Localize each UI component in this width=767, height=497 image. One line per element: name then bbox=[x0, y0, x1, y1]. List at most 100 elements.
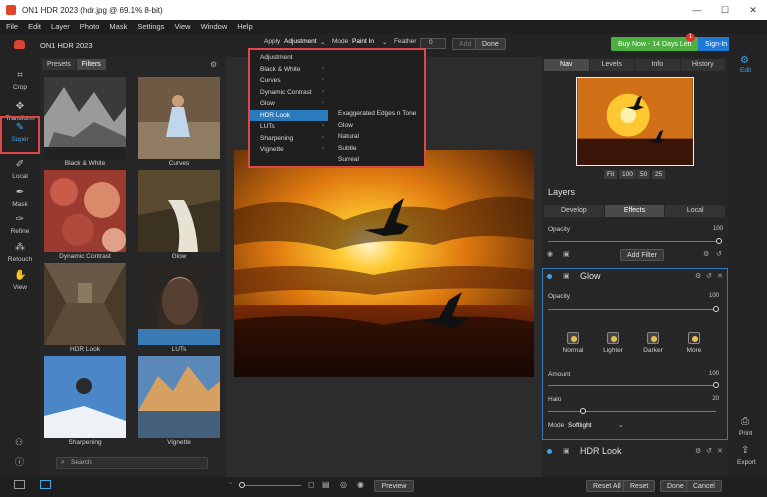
tab-info[interactable]: Info bbox=[635, 59, 680, 71]
zoom-25-button[interactable]: 25 bbox=[652, 170, 666, 179]
dropdown-item[interactable]: HDR Look › bbox=[250, 109, 328, 121]
tab-levels[interactable]: Levels bbox=[589, 59, 634, 71]
amount-slider[interactable] bbox=[548, 385, 716, 386]
blend-mode-select[interactable]: Softlight bbox=[568, 422, 592, 429]
submenu-item[interactable]: Natural bbox=[330, 131, 424, 143]
submenu-item[interactable]: Exaggerated Edges n Tone bbox=[330, 108, 424, 120]
browser-options-icon[interactable]: ⚙ bbox=[210, 60, 217, 69]
compare-icon[interactable]: ◻ bbox=[308, 480, 315, 489]
zoom-100-button[interactable]: 100 bbox=[619, 170, 636, 179]
thumb-curves[interactable] bbox=[138, 77, 220, 159]
menu-help[interactable]: Help bbox=[237, 22, 252, 31]
reset-button[interactable]: Reset bbox=[623, 480, 656, 492]
menu-edit[interactable]: Edit bbox=[28, 22, 41, 31]
mask-thumb-icon[interactable]: ▣ bbox=[563, 272, 570, 280]
thumb-luts[interactable] bbox=[138, 263, 220, 345]
menu-photo[interactable]: Photo bbox=[80, 22, 100, 31]
layer-opacity-slider[interactable] bbox=[548, 241, 720, 242]
preview-button[interactable]: Preview bbox=[374, 480, 414, 492]
zoom-50-button[interactable]: 50 bbox=[637, 170, 651, 179]
edit-icon[interactable]: ⚙ bbox=[740, 55, 749, 66]
thumb-dynamic-contrast[interactable] bbox=[44, 170, 126, 252]
edit-label[interactable]: Edit bbox=[740, 67, 751, 74]
tab-develop[interactable]: Develop bbox=[544, 205, 604, 217]
zoom-slider[interactable] bbox=[241, 485, 301, 486]
panel-toggle-icon[interactable] bbox=[14, 480, 25, 489]
preset-more[interactable]: More bbox=[679, 332, 709, 354]
print-label[interactable]: Print bbox=[739, 430, 752, 437]
glow-title[interactable]: Glow bbox=[580, 271, 601, 281]
done-top-button[interactable]: Done bbox=[475, 38, 506, 50]
tab-filters[interactable]: Filters bbox=[76, 59, 106, 70]
reset-icon[interactable]: ↺ bbox=[706, 272, 712, 280]
tab-history[interactable]: History bbox=[680, 59, 725, 71]
dropdown-item[interactable]: Curves › bbox=[250, 75, 328, 87]
navigator-preview[interactable] bbox=[576, 77, 694, 166]
zoom-fit-button[interactable]: Fit bbox=[604, 170, 618, 179]
settings-icon[interactable]: ⚙ bbox=[695, 272, 701, 280]
amount-value[interactable]: 100 bbox=[705, 371, 719, 377]
close-button[interactable]: ✕ bbox=[739, 0, 767, 20]
thumb-vignette[interactable] bbox=[138, 356, 220, 438]
reset-icon[interactable]: ↺ bbox=[706, 447, 712, 455]
zoom-knob[interactable] bbox=[239, 482, 245, 488]
preset-darker[interactable]: Darker bbox=[638, 332, 668, 354]
dropdown-item[interactable]: Sharpening › bbox=[250, 133, 328, 145]
close-icon[interactable]: ✕ bbox=[717, 447, 723, 455]
minimize-button[interactable]: — bbox=[683, 0, 711, 20]
zoom-out-icon[interactable]: ▫ bbox=[229, 480, 231, 487]
tool-super[interactable]: ✎ Super bbox=[0, 116, 40, 154]
thumb-sharpening[interactable] bbox=[44, 356, 126, 438]
glow-opacity-slider[interactable] bbox=[548, 309, 716, 310]
dropdown-item[interactable]: Black & White › bbox=[250, 64, 328, 76]
tool-crop[interactable]: ⌗ Crop bbox=[2, 66, 38, 100]
help-icon[interactable]: ⓘ bbox=[15, 455, 24, 468]
dropdown-item[interactable]: Dynamic Contrast › bbox=[250, 87, 328, 99]
tab-presets[interactable]: Presets bbox=[42, 59, 76, 70]
dropdown-item[interactable]: Glow › bbox=[250, 98, 328, 110]
dropdown-item[interactable]: LUTs › bbox=[250, 121, 328, 133]
maximize-button[interactable]: ☐ bbox=[711, 0, 739, 20]
filter-enabled-indicator[interactable] bbox=[547, 274, 552, 279]
dropdown-item[interactable]: Vignette › bbox=[250, 144, 328, 156]
glow-opacity-knob[interactable] bbox=[713, 306, 719, 312]
view-toggle-icon[interactable] bbox=[40, 480, 51, 489]
export-label[interactable]: Export bbox=[737, 459, 756, 466]
mask-thumb-icon[interactable]: ▣ bbox=[563, 447, 570, 455]
print-icon[interactable]: ⎙ bbox=[741, 416, 749, 427]
reset-icon[interactable]: ↺ bbox=[716, 250, 722, 258]
submenu-item[interactable]: Glow bbox=[330, 120, 424, 132]
menu-settings[interactable]: Settings bbox=[137, 22, 164, 31]
thumb-glow[interactable] bbox=[138, 170, 220, 252]
halo-knob[interactable] bbox=[580, 408, 586, 414]
menu-file[interactable]: File bbox=[6, 22, 18, 31]
image-icon[interactable]: ▣ bbox=[563, 250, 570, 258]
cancel-button[interactable]: Cancel bbox=[686, 480, 722, 492]
thumb-black-white[interactable] bbox=[44, 77, 126, 159]
submenu-item[interactable]: Surreal bbox=[330, 154, 424, 166]
user-icon[interactable]: ⚇ bbox=[15, 437, 23, 448]
tool-view[interactable]: ✋ View bbox=[2, 266, 38, 300]
hdr-look-title[interactable]: HDR Look bbox=[580, 446, 622, 456]
halo-slider[interactable] bbox=[548, 411, 716, 412]
mask-view-icon[interactable]: ▤ bbox=[322, 480, 330, 489]
close-icon[interactable]: ✕ bbox=[717, 272, 723, 280]
search-input[interactable]: ⌕ Search bbox=[56, 457, 208, 469]
menu-layer[interactable]: Layer bbox=[51, 22, 70, 31]
tab-effects[interactable]: Effects bbox=[604, 205, 665, 217]
settings-icon[interactable]: ⚙ bbox=[703, 250, 709, 258]
menu-mask[interactable]: Mask bbox=[109, 22, 127, 31]
halo-value[interactable]: 20 bbox=[705, 396, 719, 402]
amount-knob[interactable] bbox=[713, 382, 719, 388]
tab-nav[interactable]: Nav bbox=[544, 59, 589, 71]
preset-normal[interactable]: Normal bbox=[558, 332, 588, 354]
layer-opacity-value[interactable]: 100 bbox=[709, 226, 723, 232]
overlay-icon[interactable]: ◎ bbox=[340, 480, 347, 489]
tab-local[interactable]: Local bbox=[665, 205, 726, 217]
menu-view[interactable]: View bbox=[174, 22, 190, 31]
filter-enabled-indicator[interactable] bbox=[547, 449, 552, 454]
reset-all-button[interactable]: Reset All bbox=[586, 480, 628, 492]
main-photo[interactable] bbox=[234, 150, 534, 377]
dropdown-item[interactable]: Adjustment bbox=[250, 52, 328, 64]
add-filter-button[interactable]: Add Filter bbox=[620, 249, 664, 261]
